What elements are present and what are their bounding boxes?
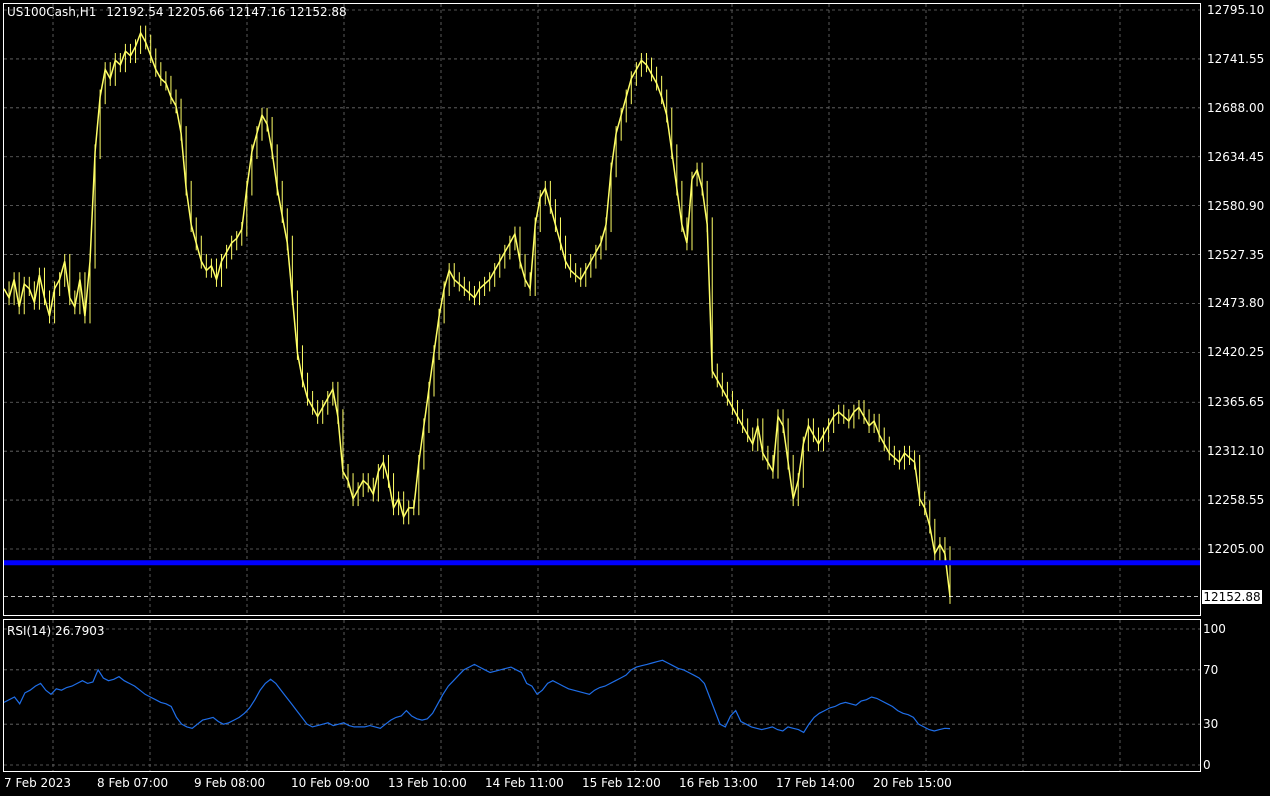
price-tick-label: 12527.35 [1207,247,1265,262]
price-tick-label: 12741.55 [1207,51,1265,66]
price-tick-label: 12688.00 [1207,100,1265,115]
main-pane-border [3,3,1201,616]
time-tick-label: 14 Feb 11:00 [485,776,564,790]
rsi-label: RSI(14) 26.7903 [7,624,105,638]
price-tick-label: 12420.25 [1207,345,1265,360]
rsi-tick-label: 70 [1203,662,1219,677]
time-tick-label: 17 Feb 14:00 [776,776,855,790]
ohlc-values: 12192.54 12205.66 12147.16 12152.88 [106,5,347,19]
time-tick-label: 10 Feb 09:00 [291,776,370,790]
time-tick-label: 15 Feb 12:00 [582,776,661,790]
price-tick-label: 12365.65 [1207,395,1265,410]
current-price-tag: 12152.88 [1202,590,1262,604]
price-series [3,25,951,604]
price-tick-label: 12634.45 [1207,149,1265,164]
price-line [3,31,951,597]
rsi-line [3,659,951,734]
price-tick-label: 12258.55 [1207,493,1265,508]
time-tick-label: 13 Feb 10:00 [388,776,467,790]
price-tick-label: 12795.10 [1207,3,1265,17]
rsi-tick-label: 30 [1203,717,1219,732]
time-tick-label: 7 Feb 2023 [4,776,72,790]
rsi-series [3,659,951,734]
rsi-pane-border [3,619,1201,772]
rsi-tick-label: 100 [1203,622,1226,636]
price-tick-label: 12312.10 [1207,444,1265,459]
chart-canvas [3,3,1201,772]
price-tick-label: 12205.00 [1207,542,1265,556]
time-tick-label: 8 Feb 07:00 [97,776,169,790]
price-tick-label: 12580.90 [1207,198,1265,213]
rsi-tick-label: 0 [1203,758,1211,772]
price-tick-label: 12473.80 [1207,296,1265,311]
time-tick-label: 16 Feb 13:00 [679,776,758,790]
chart-info-label: US100Cash,H1 12192.54 12205.66 12147.16 … [7,5,347,19]
time-tick-label: 20 Feb 15:00 [873,776,952,790]
time-tick-label: 9 Feb 08:00 [194,776,266,790]
grid-lines [4,4,1200,771]
symbol-label: US100Cash,H1 [7,5,97,19]
